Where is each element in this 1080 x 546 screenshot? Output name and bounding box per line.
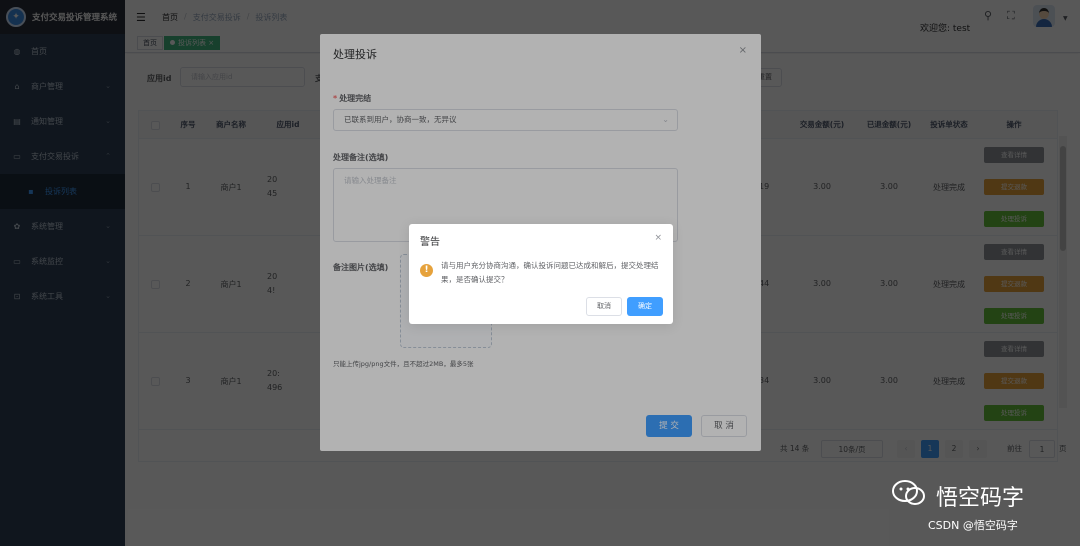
warning-icon: ! [420, 264, 433, 277]
confirm-button[interactable]: 确定 [627, 297, 663, 316]
watermark-csdn: CSDN @悟空码字 [928, 519, 1018, 532]
warning-title: 警告 [420, 237, 440, 248]
watermark-brand: 悟空码字 [936, 486, 1025, 511]
wechat-icon [892, 480, 925, 505]
warning-dialog: 警告 × ! 请与用户充分协商沟通，确认投诉问题已达成和解后，提交处理结果，是否… [409, 224, 673, 324]
warning-message: 请与用户充分协商沟通，确认投诉问题已达成和解后，提交处理结果，是否确认提交？ [441, 261, 659, 284]
cancel-button[interactable]: 取消 [586, 297, 622, 316]
close-icon[interactable]: × [654, 233, 662, 243]
